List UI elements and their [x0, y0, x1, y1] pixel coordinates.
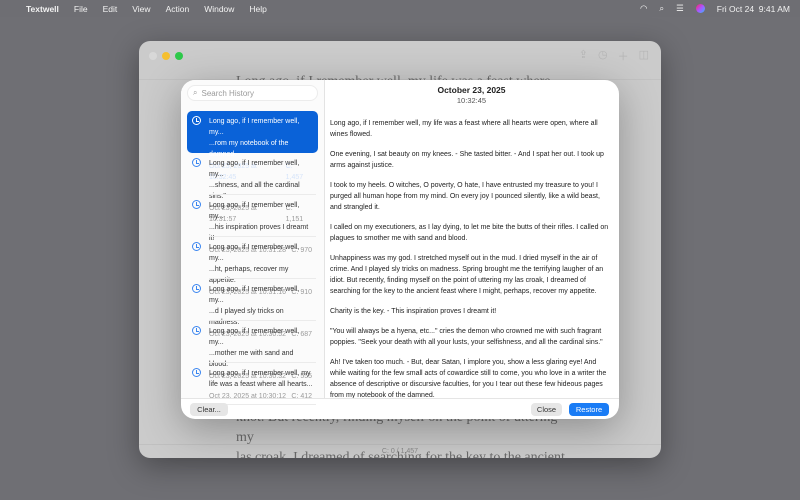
detail-paragraph: Long ago, if I remember well, my life wa… — [330, 120, 598, 138]
detail-paragraph: "You will always be a hyena, etc..." cri… — [330, 328, 603, 346]
history-item[interactable]: Long ago, if I remember well, my... ...s… — [187, 153, 318, 223]
clock-icon — [192, 242, 201, 251]
item-line1: Long ago, if I remember well, my... — [209, 202, 300, 220]
close-window-button[interactable] — [149, 52, 157, 60]
wifi-icon[interactable]: ◠ — [640, 3, 647, 14]
history-item[interactable]: Long ago, if I remember well, my... ...h… — [187, 195, 318, 254]
menu-edit[interactable]: Edit — [103, 4, 118, 14]
menu-clock[interactable]: Fri Oct 24 9:41 AM — [717, 4, 790, 14]
item-line1: Long ago, if I remember well, my... — [209, 286, 300, 304]
menu-app[interactable]: Textwell — [26, 4, 59, 14]
clear-button[interactable]: Clear... — [190, 403, 228, 416]
detail-paragraph: Ah! I've taken too much. - But, dear Sat… — [330, 359, 607, 399]
detail-paragraph: One evening, I sat beauty on my knees. -… — [330, 151, 604, 169]
history-item[interactable]: Long ago, if I remember well, my... ...d… — [187, 279, 318, 338]
dialog-footer: Clear... Close Restore — [181, 398, 619, 419]
menu-file[interactable]: File — [74, 4, 88, 14]
detail-paragraph: I called on my executioners, as I lay dy… — [330, 224, 609, 242]
history-item[interactable]: Long ago, if I remember well, my... ...m… — [187, 321, 318, 380]
detail-paragraph: I took to my heels. O witches, O poverty… — [330, 182, 600, 211]
history-item[interactable]: Long ago, if I remember well, my... ...h… — [187, 237, 318, 296]
clock-icon — [192, 116, 201, 125]
character-count: C: 0 / 1,457 — [139, 444, 661, 458]
item-line1: Long ago, if I remember well, my... — [209, 328, 300, 346]
clock-icon — [192, 158, 201, 167]
clock-icon — [192, 368, 201, 377]
history-detail: October 23, 2025 10:32:45 Long ago, if I… — [326, 80, 619, 401]
menu-window[interactable]: Window — [204, 4, 234, 14]
search-placeholder: Search History — [201, 88, 254, 98]
detail-paragraph: Charity is the key. - This inspiration p… — [330, 308, 497, 315]
zoom-window-button[interactable] — [175, 52, 183, 60]
menu-help[interactable]: Help — [249, 4, 266, 14]
item-line1: Long ago, if I remember well, my... — [209, 244, 300, 262]
history-list[interactable]: ⌕ Search History Long ago, if I remember… — [181, 80, 325, 405]
item-line1: Long ago, if I remember well, my... — [209, 160, 300, 178]
share-icon[interactable]: ⇪ — [579, 48, 588, 64]
minimize-window-button[interactable] — [162, 52, 170, 60]
item-line2: life was a feast where all hearts... — [209, 381, 313, 388]
control-center-icon[interactable]: ☰ — [676, 3, 684, 14]
menu-action[interactable]: Action — [166, 4, 190, 14]
menu-bar: Textwell File Edit View Action Window He… — [0, 0, 800, 17]
detail-date: October 23, 2025 — [437, 85, 506, 95]
history-icon[interactable]: ◷ — [598, 48, 608, 64]
detail-paragraph: Unhappiness was my god. I stretched myse… — [330, 255, 604, 295]
clock-icon — [192, 284, 201, 293]
add-icon[interactable]: ＋ — [618, 48, 629, 64]
clock-icon — [192, 326, 201, 335]
item-line1: Long ago, if I remember well, my... — [209, 118, 300, 136]
close-button[interactable]: Close — [531, 403, 562, 416]
status-menus: ◠ ⌕ ☰ Fri Oct 24 9:41 AM — [640, 0, 790, 17]
history-item[interactable]: Long ago, if I remember well, my... ...r… — [187, 111, 318, 181]
item-line1: Long ago, if I remember well, my — [209, 370, 311, 377]
spotlight-icon[interactable]: ⌕ — [659, 3, 664, 14]
detail-body: Long ago, if I remember well, my life wa… — [330, 118, 613, 401]
menu-view[interactable]: View — [132, 4, 150, 14]
search-input[interactable]: ⌕ Search History — [187, 85, 318, 101]
history-dialog: ⌕ Search History Long ago, if I remember… — [181, 80, 619, 419]
restore-button[interactable]: Restore — [569, 403, 609, 416]
clock-icon — [192, 200, 201, 209]
detail-time: 10:32:45 — [456, 96, 487, 105]
siri-icon[interactable] — [695, 4, 705, 13]
search-icon: ⌕ — [193, 88, 198, 97]
sidebar-icon[interactable]: ◫ — [639, 48, 649, 64]
